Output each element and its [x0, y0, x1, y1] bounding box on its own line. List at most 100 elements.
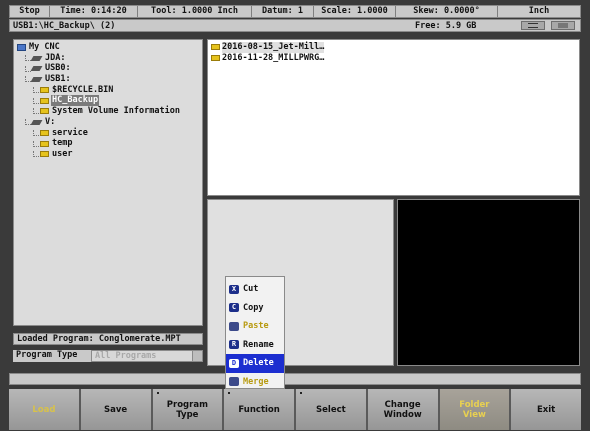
list-view-button[interactable]: [521, 21, 545, 30]
submenu-indicator-icon: [228, 392, 231, 394]
program-type-select[interactable]: All Programs: [91, 350, 203, 362]
softkey-label: Function: [238, 404, 280, 415]
tree-item-label: HC_Backup: [51, 95, 100, 107]
tree-branch-line: [33, 151, 39, 158]
program-type-label: Program Type: [13, 350, 91, 362]
tree-item-label: JDA:: [45, 52, 66, 63]
softkey-label: Change Window: [383, 399, 422, 420]
folder-icon: [40, 108, 49, 115]
tree-item[interactable]: USB0:: [17, 63, 199, 74]
folder-icon: [211, 44, 220, 51]
drive-icon: [30, 119, 43, 125]
current-path: USB1:\HC_Backup\ (2): [13, 20, 116, 31]
file-item-label: 2016-11-28_MILLPWRG…: [222, 52, 325, 63]
dropdown-arrow-icon: [192, 351, 202, 361]
tree-branch-line: [33, 87, 39, 94]
status-bar: Stop Time: 0:14:20 Tool: 1.0000 Inch Dat…: [9, 5, 581, 18]
softkey-label: Load: [32, 404, 56, 415]
tree-item-label: System Volume Information: [52, 106, 180, 117]
units-readout: Inch: [528, 6, 550, 16]
detail-view-button[interactable]: [551, 21, 575, 30]
tree-item-label: My CNC: [29, 42, 60, 52]
menu-key-icon: [229, 377, 239, 387]
tree-item[interactable]: $RECYCLE.BIN: [17, 85, 199, 96]
drive-icon: [30, 66, 43, 72]
tree-item[interactable]: JDA:: [17, 53, 199, 64]
softkey-program-type[interactable]: Program Type: [152, 389, 225, 430]
submenu-indicator-icon: [300, 392, 302, 394]
tree-item-label: user: [52, 148, 73, 159]
folder-icon: [40, 140, 49, 147]
tree-item[interactable]: System Volume Information: [17, 106, 199, 117]
softkey-load[interactable]: Load: [9, 389, 81, 430]
softkey-label: Folder View: [459, 399, 490, 420]
softkey-select[interactable]: Select: [296, 389, 368, 430]
computer-icon: [17, 43, 26, 51]
menu-item-copy[interactable]: C Copy: [226, 299, 284, 318]
program-type-value: All Programs: [95, 351, 157, 361]
tree-item-label: $RECYCLE.BIN: [52, 84, 114, 95]
menu-item-paste[interactable]: Paste: [226, 317, 284, 336]
folder-icon: [40, 129, 49, 136]
datum-readout: Datum: 1: [252, 6, 314, 17]
menu-item-label: Cut: [243, 284, 259, 295]
softkey-save[interactable]: Save: [80, 389, 153, 430]
tree-item[interactable]: service: [17, 128, 199, 139]
menu-key-icon: D: [229, 358, 239, 368]
folder-icon: [211, 55, 220, 62]
tree-branch-line: [33, 140, 39, 147]
message-strip: [9, 373, 581, 385]
run-time: Time: 0:14:20: [50, 6, 138, 17]
tree-branch-line: [33, 97, 39, 104]
path-bar: USB1:\HC_Backup\ (2) Free: 5.9 GB: [9, 19, 581, 32]
menu-item-rename[interactable]: R Rename: [226, 336, 284, 355]
program-preview-pane: [397, 199, 580, 366]
softkey-change-window[interactable]: Change Window: [367, 389, 440, 430]
folder-tree[interactable]: My CNC JDA: USB0: USB1: $RECYCLE.BIN HC_Backu…: [13, 39, 203, 326]
tree-item[interactable]: user: [17, 149, 199, 160]
tree-item[interactable]: USB1:: [17, 74, 199, 85]
tree-item-label: USB1:: [45, 74, 71, 85]
softkey-label: Exit: [536, 404, 556, 415]
program-type-row: Program Type All Programs: [13, 350, 203, 362]
tree-item-label: service: [52, 127, 88, 138]
menu-key-icon: R: [229, 340, 239, 350]
folder-icon: [40, 151, 49, 158]
menu-key-icon: C: [229, 303, 239, 313]
detail-view-icon: [558, 23, 568, 28]
tree-item[interactable]: temp: [17, 138, 199, 149]
menu-item-delete[interactable]: D Delete: [226, 354, 284, 373]
tree-item-label: V:: [45, 116, 56, 127]
tool-readout: Tool: 1.0000 Inch: [138, 6, 252, 17]
tree-item[interactable]: HC_Backup: [17, 95, 199, 107]
tree-item-label: temp: [52, 138, 73, 149]
softkey-bar: Load Save Program Type Function Select Change…: [9, 389, 581, 430]
function-menu: X Cut C Copy Paste R Rename D Delete Merge: [225, 276, 285, 389]
tree-item[interactable]: V:: [17, 117, 199, 128]
tree-item-label: USB0:: [45, 63, 71, 74]
menu-item-label: Paste: [243, 321, 269, 332]
menu-item-label: Merge: [243, 376, 269, 387]
tree-branch-line: [33, 108, 39, 115]
tree-item[interactable]: My CNC: [17, 42, 199, 53]
softkey-exit[interactable]: Exit: [511, 389, 581, 430]
softkey-folder-view[interactable]: Folder View: [439, 389, 512, 430]
machine-state: Stop: [10, 6, 50, 17]
softkey-function[interactable]: Function: [224, 389, 296, 430]
menu-key-icon: [229, 321, 239, 331]
menu-item-label: Copy: [243, 302, 264, 313]
loaded-program: Loaded Program: Conglomerate.MPT: [13, 333, 203, 345]
drive-icon: [30, 55, 43, 61]
softkey-label: Program Type: [166, 399, 208, 420]
menu-item-label: Delete: [243, 358, 274, 369]
menu-item-label: Rename: [243, 339, 274, 350]
menu-item-cut[interactable]: X Cut: [226, 280, 284, 299]
file-item[interactable]: 2016-08-15_Jet-Mill…: [211, 42, 576, 53]
menu-key-icon: X: [229, 284, 239, 294]
free-space: Free: 5.9 GB: [415, 20, 477, 31]
tree-branch-line: [33, 129, 39, 136]
softkey-label: Save: [104, 404, 128, 415]
file-item[interactable]: 2016-11-28_MILLPWRG…: [211, 53, 576, 64]
skew-readout: Skew: 0.0000°: [396, 6, 498, 17]
file-list[interactable]: 2016-08-15_Jet-Mill… 2016-11-28_MILLPWRG…: [207, 39, 580, 196]
